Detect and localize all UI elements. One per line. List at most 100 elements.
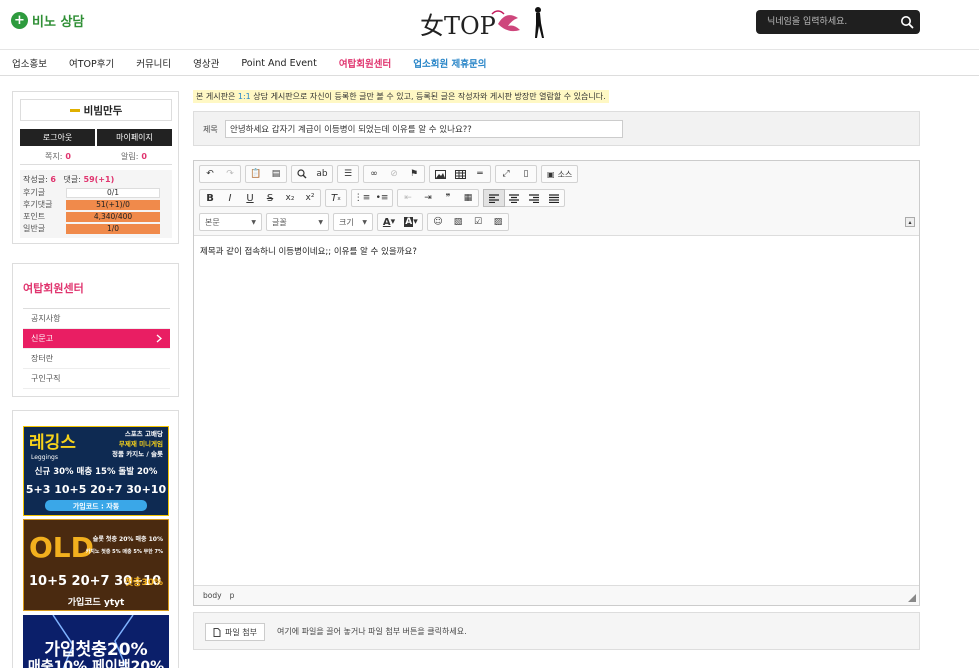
undo-icon[interactable]: ↶ bbox=[200, 166, 220, 182]
nav-item-video[interactable]: 영상관 bbox=[193, 56, 219, 70]
menu-item-market[interactable]: 장터란 bbox=[23, 349, 170, 369]
caret-down-icon: ▼ bbox=[251, 218, 256, 226]
banner-text: 정품 카지노 / 슬롯 bbox=[112, 449, 163, 458]
horizontal-rule-icon[interactable]: ═ bbox=[470, 166, 490, 182]
remove-format-icon[interactable]: Tₓ bbox=[326, 190, 346, 206]
banner-old[interactable]: OLD 슬롯 첫충 20% 매충 10% 카지노 첫충 5% 매충 5% 무한 … bbox=[23, 519, 169, 611]
align-center-icon[interactable] bbox=[504, 190, 524, 206]
font-select[interactable]: 글꼴 ▼ bbox=[266, 213, 329, 231]
media-icon[interactable]: ▨ bbox=[488, 214, 508, 230]
mypage-button[interactable]: 마이페이지 bbox=[97, 129, 172, 146]
site-logo-text: 女TOP bbox=[420, 12, 496, 40]
alert-label: 알림: bbox=[121, 151, 139, 161]
stats-panel: 작성글: 6 댓글: 59(+1) 후기글 0/1 후기댓글 51(+1)/0 … bbox=[20, 170, 172, 238]
banner-sub: Leggings bbox=[31, 454, 58, 461]
banner-text: 가입첫충20% bbox=[44, 639, 147, 660]
format-select[interactable]: 본문 ▼ bbox=[199, 213, 262, 231]
editor-path-bar: body p bbox=[194, 585, 919, 605]
nav-item-review[interactable]: 여TOP후기 bbox=[69, 56, 114, 70]
banner-text: 무제재 미니게임 bbox=[119, 439, 163, 448]
table-icon[interactable] bbox=[450, 166, 470, 182]
banner-third[interactable]: 가입첫충20% 매충10% 페이백20% bbox=[23, 615, 169, 668]
menu-title: 여탑회원센터 bbox=[23, 282, 84, 295]
banner-text: 슬롯 첫충 20% 매충 10% bbox=[93, 535, 163, 543]
nav-item-member-center[interactable]: 여탑회원센터 bbox=[339, 56, 391, 70]
indent-icon[interactable]: ⇥ bbox=[418, 190, 438, 206]
stat-row: 후기댓글 51(+1)/0 bbox=[23, 199, 171, 210]
banner-text: 5+3 10+5 20+7 30+10 bbox=[26, 483, 167, 496]
blockquote-icon[interactable]: ❞ bbox=[438, 190, 458, 206]
brand-logo[interactable]: + 비노 상담 bbox=[11, 11, 84, 30]
anchor-flag-icon[interactable]: ⚑ bbox=[404, 166, 424, 182]
image-icon[interactable] bbox=[430, 166, 450, 182]
file-upload-area[interactable]: 파일 첨부 여기에 파일을 끌어 놓거나 파일 첨부 버튼을 클릭하세요. bbox=[193, 612, 920, 650]
menu-item-complaint[interactable]: 신문고 bbox=[23, 329, 170, 349]
search-input[interactable] bbox=[756, 10, 894, 34]
file-attach-button[interactable]: 파일 첨부 bbox=[205, 623, 265, 641]
select-all-icon[interactable]: ☰ bbox=[338, 166, 358, 182]
checkbox-icon[interactable]: ☑ bbox=[468, 214, 488, 230]
nav-item-ad[interactable]: 업소홍보 bbox=[12, 56, 47, 70]
emoji-icon[interactable]: ☺ bbox=[428, 214, 448, 230]
nav-item-partnership[interactable]: 업소회원 제휴문의 bbox=[413, 56, 486, 70]
title-input[interactable] bbox=[225, 120, 623, 138]
posts-label: 작성글: bbox=[23, 175, 48, 184]
source-button[interactable]: ▣ 소스 bbox=[542, 166, 577, 182]
nickname-text: 비빔만두 bbox=[83, 104, 123, 117]
resize-grip-icon[interactable] bbox=[908, 594, 916, 602]
banner-text: 가입코드 ytyt bbox=[68, 596, 125, 608]
comments-count: 59(+1) bbox=[83, 175, 115, 184]
site-logo[interactable]: 女TOP bbox=[414, 4, 550, 44]
find-icon[interactable] bbox=[292, 166, 312, 182]
nav-item-community[interactable]: 커뮤니티 bbox=[136, 56, 171, 70]
stat-label: 포인트 bbox=[23, 212, 46, 221]
div-container-icon[interactable]: ▦ bbox=[458, 190, 478, 206]
path-element[interactable]: p bbox=[230, 591, 235, 600]
align-justify-icon[interactable] bbox=[544, 190, 564, 206]
unlink-icon[interactable]: ⊘ bbox=[384, 166, 404, 182]
align-left-icon[interactable] bbox=[483, 189, 505, 207]
memo-count[interactable]: 쪽지: 0 bbox=[20, 148, 96, 164]
italic-icon[interactable]: I bbox=[220, 190, 240, 206]
bold-icon[interactable]: B bbox=[200, 190, 220, 206]
show-blocks-icon[interactable]: ▯ bbox=[516, 166, 536, 182]
redo-icon[interactable]: ↷ bbox=[220, 166, 240, 182]
banner-leggings[interactable]: 레깅스 Leggings 스포츠 고배당 무제재 미니게임 정품 카지노 / 슬… bbox=[23, 426, 169, 516]
posts-count: 6 bbox=[50, 175, 56, 184]
main-nav: 업소홍보 여TOP후기 커뮤니티 영상관 Point And Event 여탑회… bbox=[0, 51, 979, 76]
superscript-icon[interactable]: x² bbox=[300, 190, 320, 206]
link-icon[interactable]: ∞ bbox=[364, 166, 384, 182]
nickname-search bbox=[756, 10, 920, 34]
banner-text: 매충10% 페이백20% bbox=[28, 658, 164, 668]
strikethrough-icon[interactable]: S bbox=[260, 190, 280, 206]
menu-item-notice[interactable]: 공지사항 bbox=[23, 309, 170, 329]
rich-text-editor: ↶ ↷ 📋 ▤ ab ☰ ∞ ⊘ ⚑ ═ ⤢ ▯ ▣ 소스 B I U S x₂… bbox=[193, 160, 920, 606]
bulleted-list-icon[interactable]: •≡ bbox=[372, 190, 392, 206]
background-color-icon[interactable]: A ▾ bbox=[400, 214, 422, 230]
logout-button[interactable]: 로그아웃 bbox=[20, 129, 95, 146]
paste-text-icon[interactable]: ▤ bbox=[266, 166, 286, 182]
search-icon[interactable] bbox=[900, 15, 914, 29]
collapse-toolbar-icon[interactable]: ▴ bbox=[905, 217, 915, 227]
alert-count[interactable]: 알림: 0 bbox=[96, 148, 172, 164]
subscript-icon[interactable]: x₂ bbox=[280, 190, 300, 206]
outdent-icon[interactable]: ⇤ bbox=[398, 190, 418, 206]
path-element[interactable]: body bbox=[203, 591, 222, 600]
replace-icon[interactable]: ab bbox=[312, 166, 332, 182]
image-box-icon[interactable]: ▧ bbox=[448, 214, 468, 230]
banner-text: 가입코드 : 자동 bbox=[73, 502, 120, 511]
editor-content[interactable]: 제목과 같이 접속하니 이등병이네요;; 이유를 알 수 있을까요? bbox=[194, 237, 919, 585]
size-select[interactable]: 크기 ▼ bbox=[333, 213, 373, 231]
underline-icon[interactable]: U bbox=[240, 190, 260, 206]
menu-item-label: 장터란 bbox=[31, 354, 54, 363]
maximize-icon[interactable]: ⤢ bbox=[496, 166, 516, 182]
text-color-icon[interactable]: A ▾ bbox=[378, 214, 400, 230]
notice-text: 상담 게시판으로 자신이 등록한 글만 볼 수 있고, 등록된 글은 작성자와 … bbox=[250, 92, 606, 101]
paste-icon[interactable]: 📋 bbox=[246, 166, 266, 182]
align-right-icon[interactable] bbox=[524, 190, 544, 206]
nav-item-event[interactable]: Point And Event bbox=[241, 58, 316, 69]
notice-text: 본 게시판은 bbox=[196, 92, 238, 101]
numbered-list-icon[interactable]: ⋮≡ bbox=[352, 190, 372, 206]
menu-item-jobs[interactable]: 구인구직 bbox=[23, 369, 170, 389]
source-label: 소스 bbox=[557, 169, 573, 179]
